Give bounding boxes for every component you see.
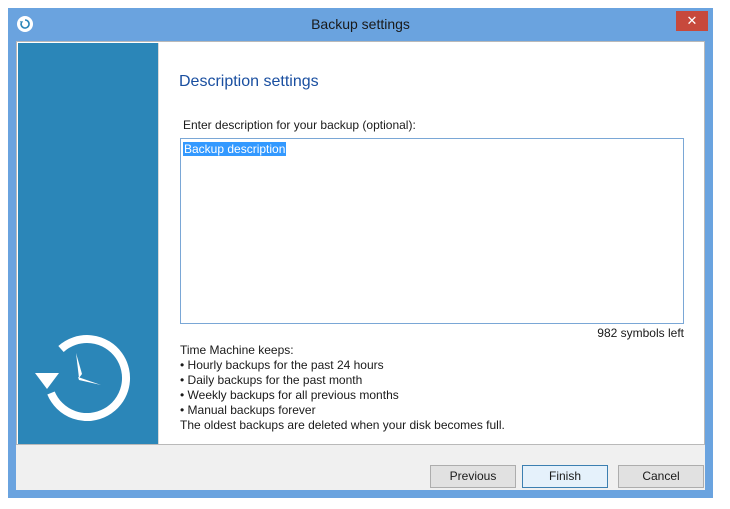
previous-button[interactable]: Previous [430,465,516,488]
description-textarea[interactable]: Backup description [180,138,684,324]
retention-footer: The oldest backups are deleted when your… [180,418,505,432]
symbols-left-counter: 982 symbols left [597,326,684,340]
backup-settings-window: Backup settings ✕ Description settings E… [8,8,713,498]
close-button[interactable]: ✕ [676,11,708,31]
retention-item-daily: • Daily backups for the past month [180,373,363,387]
side-panel [18,43,158,444]
retention-item-hourly: • Hourly backups for the past 24 hours [180,358,384,372]
title-bar[interactable]: Backup settings ✕ [8,8,713,41]
retention-item-weekly: • Weekly backups for all previous months [180,388,399,402]
retention-info: Time Machine keeps: • Hourly backups for… [180,343,505,433]
finish-button[interactable]: Finish [522,465,608,488]
panel-divider [158,43,159,444]
retention-item-manual: • Manual backups forever [180,403,316,417]
description-text-selected: Backup description [183,142,287,156]
section-title: Description settings [179,73,319,90]
dialog-client-area: Description settings Enter description f… [16,41,705,490]
content-frame: Description settings Enter description f… [16,41,705,445]
close-icon: ✕ [686,13,698,28]
time-machine-clock-icon [35,335,130,421]
window-title: Backup settings [311,16,410,32]
description-prompt-label: Enter description for your backup (optio… [183,118,416,132]
retention-header: Time Machine keeps: [180,343,294,357]
cancel-button[interactable]: Cancel [618,465,704,488]
